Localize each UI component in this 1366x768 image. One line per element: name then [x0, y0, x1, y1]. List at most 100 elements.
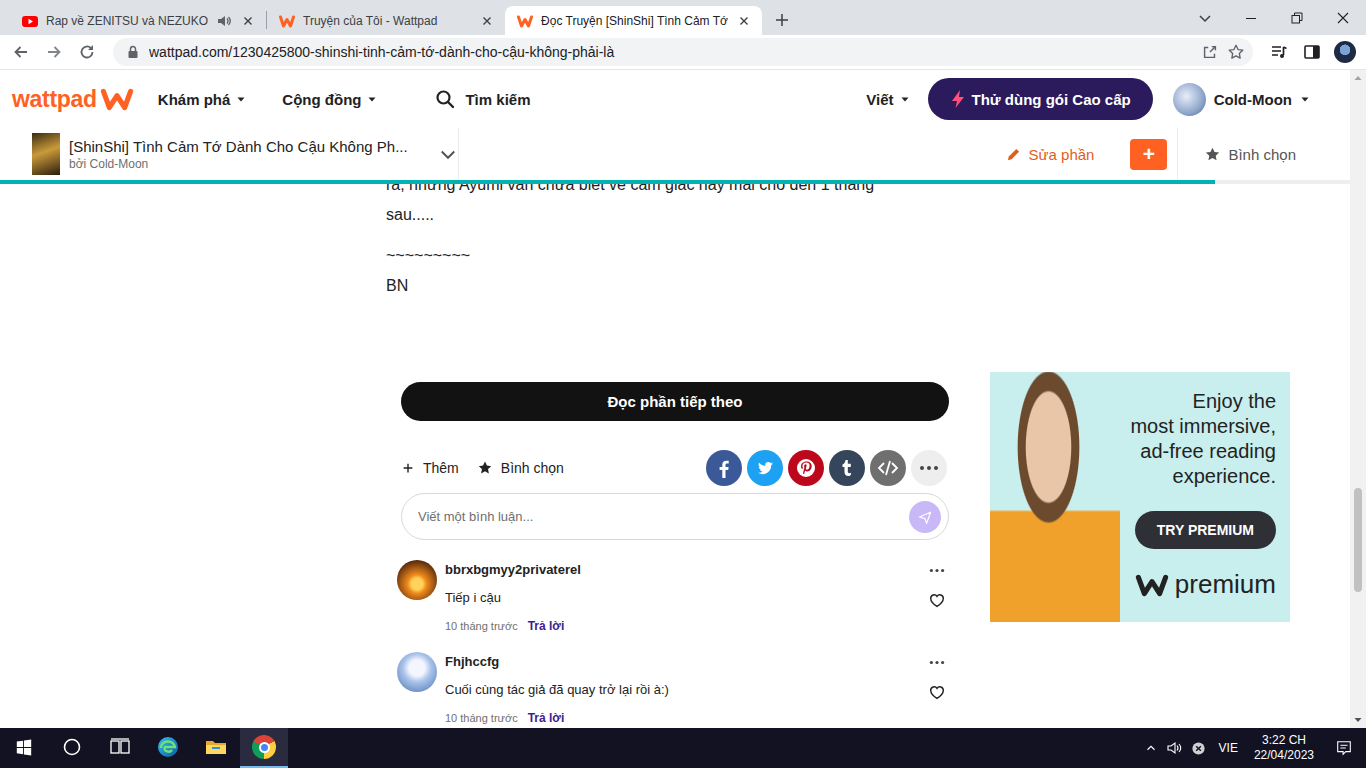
- clock-time[interactable]: 3:22 CH: [1262, 733, 1306, 748]
- star-icon[interactable]: [1227, 43, 1245, 61]
- more-share-button[interactable]: [911, 450, 947, 486]
- scrollbar-thumb[interactable]: [1354, 488, 1362, 592]
- next-part-button[interactable]: Đọc phần tiếp theo: [401, 382, 949, 421]
- side-panel-button[interactable]: [1297, 37, 1327, 67]
- tab-search-button[interactable]: [1182, 0, 1228, 35]
- tumblr-share-button[interactable]: [829, 450, 865, 486]
- reply-button[interactable]: Trả lời: [528, 617, 565, 635]
- page-main: wattpad Khám phá Cộng đồng Tìm kiếm Viết Thử …: [0, 70, 1350, 728]
- vote-label[interactable]: Bình chọn: [1228, 146, 1296, 163]
- language-indicator[interactable]: VIE: [1211, 741, 1246, 755]
- clock-date[interactable]: 22/04/2023: [1254, 748, 1314, 763]
- share-icon[interactable]: [1201, 43, 1219, 61]
- taskbar-app[interactable]: [192, 728, 240, 768]
- address-bar[interactable]: wattpad.com/1230425800-shinshi-tinh-cảm-…: [113, 38, 1253, 66]
- part-footer: Đọc phần tiếp theo Thêm Bình chọn bbrxbgmyy…: [401, 372, 949, 728]
- taskbar-app[interactable]: [240, 728, 288, 768]
- task-view-button[interactable]: [96, 728, 144, 768]
- tab-label[interactable]: Rap về ZENITSU và NEZUKO: [46, 14, 208, 28]
- browser-tab[interactable]: Đọc Truyện [ShinShi] Tình Cảm Tớ: [505, 6, 762, 35]
- story-title[interactable]: [ShinShi] Tình Cảm Tớ Dành Cho Cậu Không…: [69, 137, 429, 156]
- comment-time: 10 tháng trước: [445, 709, 518, 727]
- wattpad-logo[interactable]: wattpad: [12, 86, 134, 113]
- close-icon[interactable]: [240, 13, 256, 29]
- username[interactable]: Cold-Moon: [1214, 91, 1292, 108]
- show-hidden-icons[interactable]: [1139, 728, 1163, 768]
- volume-button[interactable]: [1163, 728, 1187, 768]
- write-menu[interactable]: Viết: [866, 91, 909, 108]
- scrollbar[interactable]: [1350, 70, 1366, 728]
- tab-label[interactable]: Truyện của Tôi - Wattpad: [303, 14, 471, 28]
- heart-icon[interactable]: [928, 683, 946, 701]
- browser-tab[interactable]: Truyện của Tôi - Wattpad: [267, 6, 505, 35]
- scroll-up-icon[interactable]: [1350, 70, 1366, 86]
- vote-button[interactable]: Bình chọn: [1204, 146, 1296, 163]
- facebook-share-button[interactable]: [706, 450, 742, 486]
- new-tab-button[interactable]: [768, 6, 796, 34]
- plus-icon: [401, 461, 415, 475]
- user-menu[interactable]: Cold-Moon: [1173, 83, 1310, 116]
- add-label[interactable]: Thêm: [423, 460, 459, 476]
- notification-button[interactable]: [1322, 728, 1366, 768]
- scrollbar-track[interactable]: [1350, 86, 1366, 712]
- url-text[interactable]: wattpad.com/1230425800-shinshi-tinh-cảm-…: [149, 44, 1193, 60]
- search-button[interactable]: Tìm kiếm: [435, 89, 530, 109]
- edit-part-button[interactable]: Sửa phần: [1006, 146, 1095, 163]
- commenter-avatar[interactable]: [397, 652, 437, 692]
- premium-ad[interactable]: Enjoy themost immersive,ad-free readinge…: [990, 372, 1290, 622]
- tab-label[interactable]: Đọc Truyện [ShinShi] Tình Cảm Tớ: [541, 14, 728, 28]
- vote-button[interactable]: Bình chọn: [477, 460, 564, 476]
- start-button[interactable]: [0, 728, 48, 768]
- vote-label[interactable]: Bình chọn: [501, 460, 564, 476]
- try-premium-button[interactable]: TRY PREMIUM: [1135, 511, 1276, 549]
- reload-button[interactable]: [72, 37, 102, 67]
- nav-label[interactable]: Cộng đồng: [282, 91, 361, 108]
- premium-button[interactable]: Thử dùng gói Cao cấp: [928, 78, 1153, 120]
- close-icon[interactable]: [479, 13, 495, 29]
- add-to-list-button[interactable]: +: [1130, 139, 1167, 170]
- heart-icon[interactable]: [928, 591, 946, 609]
- restore-button[interactable]: [1274, 0, 1320, 35]
- more-dots-icon[interactable]: [929, 568, 945, 573]
- write-label[interactable]: Viết: [866, 91, 893, 108]
- nav-item[interactable]: Cộng đồng: [282, 91, 377, 108]
- twitter-share-button[interactable]: [747, 450, 783, 486]
- edit-label[interactable]: Sửa phần: [1029, 146, 1095, 163]
- logo-text[interactable]: wattpad: [12, 86, 97, 113]
- lock-icon[interactable]: [125, 44, 141, 60]
- reading-list-button[interactable]: [1264, 37, 1294, 67]
- nav-label[interactable]: Khám phá: [158, 91, 231, 108]
- comment-box[interactable]: [401, 493, 949, 540]
- forward-button[interactable]: [39, 37, 69, 67]
- scroll-down-icon[interactable]: [1350, 712, 1366, 728]
- back-button[interactable]: [6, 37, 36, 67]
- pinterest-share-button[interactable]: [788, 450, 824, 486]
- story-author[interactable]: bởi Cold-Moon: [69, 156, 429, 172]
- chevron-down-icon[interactable]: [438, 144, 458, 164]
- taskbar-app[interactable]: [144, 728, 192, 768]
- reply-button[interactable]: Trả lời: [528, 709, 565, 727]
- search-button[interactable]: [48, 728, 96, 768]
- premium-label[interactable]: Thử dùng gói Cao cấp: [972, 91, 1131, 108]
- comment-username[interactable]: bbrxbgmyy2privaterel: [445, 561, 917, 579]
- commenter-avatar[interactable]: [397, 560, 437, 600]
- nav-item[interactable]: Khám phá: [158, 91, 247, 108]
- embed-icon: [870, 450, 906, 486]
- profile-button[interactable]: [1330, 37, 1360, 67]
- send-button[interactable]: [909, 501, 941, 533]
- close-window-button[interactable]: [1320, 0, 1366, 35]
- close-icon[interactable]: [736, 13, 752, 29]
- embed-button[interactable]: [870, 450, 906, 486]
- story-info[interactable]: [ShinShi] Tình Cảm Tớ Dành Cho Cậu Không…: [0, 128, 459, 180]
- story-cover[interactable]: [32, 133, 60, 175]
- minimize-button[interactable]: [1228, 0, 1274, 35]
- browser-tab[interactable]: Rap về ZENITSU và NEZUKO: [10, 6, 266, 35]
- speaker-icon[interactable]: [216, 13, 232, 29]
- network-button[interactable]: [1187, 728, 1211, 768]
- add-button[interactable]: Thêm: [401, 460, 459, 476]
- more-dots-icon[interactable]: [929, 660, 945, 665]
- comment-input[interactable]: [418, 509, 909, 524]
- clock[interactable]: 3:22 CH22/04/2023: [1246, 733, 1322, 763]
- comment-username[interactable]: Fhjhccfg: [445, 653, 917, 671]
- search-label[interactable]: Tìm kiếm: [465, 91, 530, 108]
